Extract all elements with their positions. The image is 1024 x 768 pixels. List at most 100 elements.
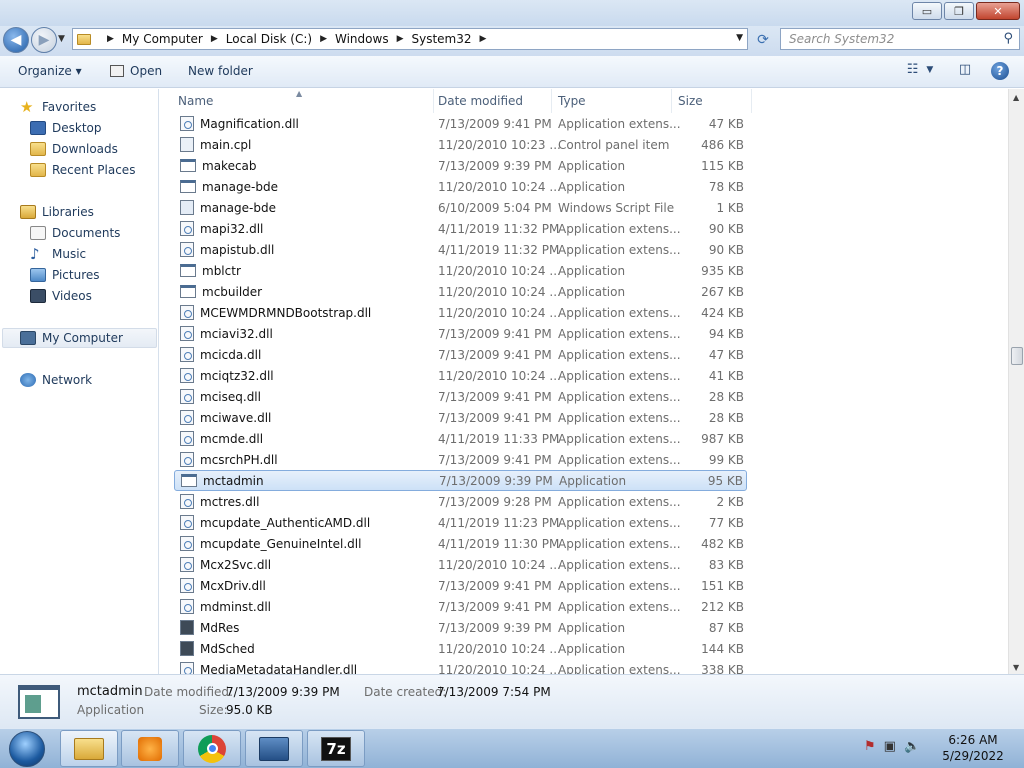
- breadcrumb-local-disk[interactable]: Local Disk (C:): [226, 32, 312, 46]
- nav-my-computer[interactable]: My Computer: [2, 328, 157, 348]
- file-row[interactable]: mciavi32.dll 7/13/2009 9:41 PM Application…: [174, 323, 747, 344]
- file-row[interactable]: Mcx2Svc.dll 11/20/2010 10:24 ... Applicati…: [174, 554, 747, 575]
- file-row[interactable]: manage-bde 6/10/2009 5:04 PM Windows Scrip…: [174, 197, 747, 218]
- close-button[interactable]: ✕: [976, 2, 1020, 20]
- nav-favorites[interactable]: ★ Favorites: [20, 97, 96, 117]
- forward-button[interactable]: ▶: [31, 27, 57, 53]
- file-row[interactable]: MdSched 11/20/2010 10:24 ... Application 14…: [174, 638, 747, 659]
- file-date-modified: 7/13/2009 9:41 PM: [438, 452, 552, 467]
- file-row[interactable]: Magnification.dll 7/13/2009 9:41 PM Applic…: [174, 113, 747, 134]
- taskbar-chrome-button[interactable]: [183, 730, 241, 767]
- minimize-button[interactable]: ▭: [912, 2, 942, 20]
- file-row[interactable]: mciwave.dll 7/13/2009 9:41 PM Application …: [174, 407, 747, 428]
- search-icon[interactable]: ⚲: [1003, 31, 1013, 46]
- file-row[interactable]: mcbuilder 11/20/2010 10:24 ... Application…: [174, 281, 747, 302]
- file-type: Application extens...: [558, 326, 681, 341]
- nav-music[interactable]: ♪ Music: [30, 244, 86, 264]
- file-date-modified: 7/13/2009 9:41 PM: [438, 347, 552, 362]
- new-folder-button[interactable]: New folder: [188, 64, 253, 78]
- taskbar-control-panel-button[interactable]: [245, 730, 303, 767]
- file-name: mciwave.dll: [200, 410, 272, 425]
- file-name: mcmde.dll: [200, 431, 264, 446]
- file-row[interactable]: mctres.dll 7/13/2009 9:28 PM Application e…: [174, 491, 747, 512]
- folder-icon: [74, 737, 104, 760]
- chevron-right-icon[interactable]: ▶: [107, 34, 114, 44]
- file-type: Windows Script File: [558, 200, 675, 215]
- file-row[interactable]: MCEWMDRMNDBootstrap.dll 11/20/2010 10:24 …: [174, 302, 747, 323]
- column-header-type[interactable]: Type: [554, 89, 672, 113]
- nav-network[interactable]: Network: [20, 370, 92, 390]
- refresh-button[interactable]: ⟳: [752, 30, 774, 50]
- chevron-right-icon[interactable]: ▶: [397, 34, 404, 44]
- file-size: 987 KB: [701, 431, 744, 446]
- recent-pages-dropdown[interactable]: ▼: [58, 34, 65, 44]
- nav-pictures[interactable]: Pictures: [30, 265, 100, 285]
- file-row[interactable]: MediaMetadataHandler.dll 11/20/2010 10:24…: [174, 659, 747, 674]
- application-file-icon: [180, 159, 196, 172]
- breadcrumb-system32[interactable]: System32: [412, 32, 472, 46]
- file-row[interactable]: mcicda.dll 7/13/2009 9:41 PM Application e…: [174, 344, 747, 365]
- dll-file-icon: [180, 431, 194, 446]
- file-row[interactable]: mciseq.dll 7/13/2009 9:41 PM Application e…: [174, 386, 747, 407]
- nav-desktop[interactable]: Desktop: [30, 118, 102, 138]
- file-name: MdRes: [200, 620, 240, 635]
- file-row[interactable]: mcmde.dll 4/11/2019 11:33 PM Application e…: [174, 428, 747, 449]
- chevron-right-icon[interactable]: ▶: [211, 34, 218, 44]
- start-button[interactable]: [2, 730, 52, 768]
- file-row[interactable]: McxDriv.dll 7/13/2009 9:41 PM Application …: [174, 575, 747, 596]
- file-row[interactable]: mciqtz32.dll 11/20/2010 10:24 ... Applicat…: [174, 365, 747, 386]
- nav-documents[interactable]: Documents: [30, 223, 120, 243]
- organize-button[interactable]: Organize ▾: [18, 64, 82, 78]
- file-row[interactable]: mapistub.dll 4/11/2019 11:32 PM Applicatio…: [174, 239, 747, 260]
- back-button[interactable]: ◀: [3, 27, 29, 53]
- file-row-selected[interactable]: mctadmin 7/13/2009 9:39 PM Application 95 K…: [174, 470, 747, 491]
- nav-desktop-label: Desktop: [52, 121, 102, 135]
- vertical-scrollbar[interactable]: ▲ ▼: [1008, 89, 1024, 674]
- nav-libraries[interactable]: Libraries: [20, 202, 94, 222]
- file-date-modified: 4/11/2019 11:23 PM: [438, 515, 560, 530]
- file-row[interactable]: mdminst.dll 7/13/2009 9:41 PM Application …: [174, 596, 747, 617]
- scroll-up-icon[interactable]: ▲: [1013, 93, 1019, 102]
- nav-videos[interactable]: Videos: [30, 286, 92, 306]
- column-header-date-modified[interactable]: Date modified: [434, 89, 552, 113]
- file-row[interactable]: mapi32.dll 4/11/2019 11:32 PM Application …: [174, 218, 747, 239]
- action-center-icon[interactable]: ⚑: [864, 739, 876, 754]
- address-dropdown-icon[interactable]: ▼: [736, 33, 743, 43]
- file-row[interactable]: manage-bde 11/20/2010 10:24 ... Applicatio…: [174, 176, 747, 197]
- change-view-button[interactable]: ☷ ▼: [900, 62, 940, 77]
- scroll-down-icon[interactable]: ▼: [1013, 663, 1019, 672]
- taskbar-explorer-button[interactable]: [60, 730, 118, 767]
- file-row[interactable]: main.cpl 11/20/2010 10:23 ... Control pane…: [174, 134, 747, 155]
- network-status-icon[interactable]: ▣: [884, 739, 896, 754]
- chevron-right-icon[interactable]: ▶: [480, 34, 487, 44]
- file-name: mctadmin: [203, 473, 264, 488]
- column-header-size[interactable]: Size: [674, 89, 752, 113]
- maximize-button[interactable]: ❐: [944, 2, 974, 20]
- file-size: 2 KB: [716, 494, 744, 509]
- file-type: Application extens...: [558, 389, 681, 404]
- column-header-name[interactable]: Name: [174, 89, 434, 113]
- address-bar[interactable]: ▶ My Computer ▶ Local Disk (C:) ▶ Window…: [72, 28, 748, 50]
- nav-downloads[interactable]: Downloads: [30, 139, 118, 159]
- scrollbar-thumb[interactable]: [1011, 347, 1023, 365]
- open-button[interactable]: Open: [110, 64, 162, 78]
- preview-pane-button[interactable]: ◫: [955, 62, 975, 77]
- file-date-modified: 11/20/2010 10:23 ...: [438, 137, 561, 152]
- file-row[interactable]: mblctr 11/20/2010 10:24 ... Application 935…: [174, 260, 747, 281]
- file-row[interactable]: makecab 7/13/2009 9:39 PM Application 115 K…: [174, 155, 747, 176]
- volume-icon[interactable]: 🔈: [904, 739, 920, 754]
- file-row[interactable]: MdRes 7/13/2009 9:39 PM Application 87 KB: [174, 617, 747, 638]
- breadcrumb-windows[interactable]: Windows: [335, 32, 389, 46]
- taskbar-media-player-button[interactable]: [121, 730, 179, 767]
- system-clock[interactable]: 6:26 AM 5/29/2022: [940, 732, 1006, 764]
- taskbar-7zip-button[interactable]: 7z: [307, 730, 365, 767]
- file-row[interactable]: mcupdate_AuthenticAMD.dll 4/11/2019 11:23…: [174, 512, 747, 533]
- chevron-right-icon[interactable]: ▶: [320, 34, 327, 44]
- breadcrumb-my-computer[interactable]: My Computer: [122, 32, 203, 46]
- nav-recent-places[interactable]: Recent Places: [30, 160, 135, 180]
- search-input[interactable]: Search System32 ⚲: [780, 28, 1020, 50]
- file-row[interactable]: mcupdate_GenuineIntel.dll 4/11/2019 11:30…: [174, 533, 747, 554]
- file-list: Name ▲ Date modified Type Size Magnifica…: [160, 89, 1008, 674]
- file-row[interactable]: mcsrchPH.dll 7/13/2009 9:41 PM Application…: [174, 449, 747, 470]
- help-button[interactable]: ?: [990, 62, 1010, 80]
